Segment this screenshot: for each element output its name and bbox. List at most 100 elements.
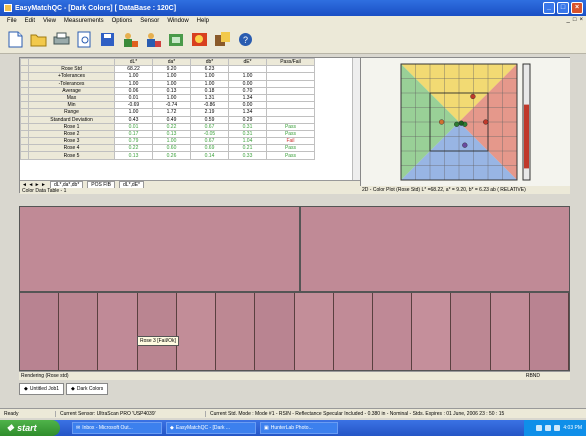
row-selector[interactable]	[20, 137, 29, 146]
statistic-row[interactable]: Average 0.06 0.13 0.18 0.70	[20, 86, 315, 95]
print-icon[interactable]	[52, 30, 71, 49]
value-cell[interactable]: 0.79	[114, 137, 153, 146]
maximize-button[interactable]: □	[557, 2, 569, 14]
standardize-icon[interactable]	[121, 30, 140, 49]
open-icon[interactable]	[29, 30, 48, 49]
pass-fail-cell[interactable]: Fail	[266, 137, 315, 146]
value-cell[interactable]: 6.23	[190, 65, 229, 74]
sample-swatch[interactable]	[137, 293, 177, 370]
row-selector[interactable]	[20, 115, 29, 124]
mdi-minimize-button[interactable]: _	[567, 17, 570, 23]
value-cell[interactable]: -0.05	[190, 129, 229, 139]
tray-network-icon[interactable]	[536, 425, 543, 431]
value-cell[interactable]: -0.86	[190, 101, 229, 110]
export-icon[interactable]	[213, 30, 232, 49]
value-cell[interactable]: 0.22	[152, 122, 191, 131]
plot-point[interactable]	[438, 119, 445, 125]
column-header-da[interactable]: da*	[152, 58, 191, 67]
value-cell[interactable]: 1.31	[190, 93, 229, 103]
help-icon[interactable]: ?	[236, 30, 255, 49]
menu-edit[interactable]: Edit	[21, 18, 39, 24]
value-cell[interactable]: 0.33	[228, 151, 267, 160]
value-cell[interactable]: 0.43	[114, 115, 153, 124]
statistic-row[interactable]: Range 1.00 1.72 2.19 1.34	[20, 108, 315, 117]
clock[interactable]: 4:03 PM	[563, 425, 582, 431]
menu-view[interactable]: View	[39, 18, 60, 24]
read-icon[interactable]	[167, 30, 186, 49]
save-icon[interactable]	[98, 30, 117, 49]
statistic-row[interactable]: Standard Deviation 0.43 0.49 0.59 0.29	[20, 115, 315, 124]
task-photo[interactable]: ▣ HunterLab Photo...	[260, 422, 338, 434]
pass-fail-cell[interactable]: Pass	[266, 122, 315, 131]
sample-row[interactable]: Rose 2 0.17 0.13 -0.05 0.31 Pass	[20, 129, 315, 139]
value-cell[interactable]: 0.70	[228, 86, 267, 95]
row-selector[interactable]	[20, 122, 29, 131]
value-cell[interactable]: 1.34	[228, 93, 267, 103]
value-cell[interactable]: 68.22	[114, 65, 153, 74]
sample-row[interactable]: Rose 4 0.22 0.60 0.69 0.21 Pass	[20, 144, 315, 153]
value-cell[interactable]: 1.00	[114, 108, 153, 117]
value-cell[interactable]: 0.13	[114, 151, 153, 160]
row-selector[interactable]	[20, 151, 29, 160]
value-cell[interactable]: 1.00	[190, 72, 229, 81]
value-cell[interactable]: 1.00	[152, 79, 191, 88]
plot-point[interactable]	[462, 142, 468, 148]
sample-row[interactable]: Rose 5 0.13 0.26 0.14 0.33 Pass	[20, 151, 315, 160]
sample-swatch[interactable]	[333, 293, 373, 370]
pass-fail-cell[interactable]	[266, 86, 315, 95]
column-header-dl[interactable]: dL*	[114, 58, 153, 67]
value-cell[interactable]: 2.19	[190, 108, 229, 117]
value-cell[interactable]: 1.00	[190, 79, 229, 88]
value-cell[interactable]	[228, 65, 267, 74]
plot-point[interactable]	[483, 119, 489, 125]
pass-fail-cell[interactable]	[266, 108, 315, 117]
sample-swatch[interactable]	[294, 293, 334, 370]
menu-window[interactable]: Window	[163, 18, 192, 24]
tray-security-icon[interactable]	[554, 425, 561, 431]
measure-icon[interactable]	[144, 30, 163, 49]
value-cell[interactable]: 0.21	[228, 144, 267, 153]
value-cell[interactable]: 0.59	[190, 115, 229, 124]
plot-point[interactable]	[454, 121, 460, 127]
sample-row[interactable]: Rose 1 0.01 0.22 0.67 0.31 Pass	[20, 122, 315, 131]
new-icon[interactable]	[6, 30, 25, 49]
value-cell[interactable]: 0.31	[228, 122, 267, 131]
value-cell[interactable]: 0.29	[228, 115, 267, 124]
statistic-row[interactable]: Min -0.69 -0.74 -0.86 0.00	[20, 101, 315, 110]
pass-fail-cell[interactable]	[266, 115, 315, 124]
value-cell[interactable]: 0.14	[190, 151, 229, 160]
value-cell[interactable]: 0.67	[190, 137, 229, 146]
plot-point[interactable]	[470, 93, 476, 100]
menu-file[interactable]: File	[3, 18, 21, 24]
doc-tab-untitled-job[interactable]: ◆ Untitled Job1	[19, 383, 65, 395]
sample-swatch[interactable]	[59, 293, 99, 370]
menu-sensor[interactable]: Sensor	[136, 18, 163, 24]
sample-row[interactable]: Rose 3 0.79 1.00 0.67 1.04 Fail	[20, 137, 315, 146]
sample-swatch[interactable]	[176, 293, 217, 370]
value-cell[interactable]: 0.26	[152, 151, 191, 160]
value-cell[interactable]: 9.20	[152, 65, 191, 74]
row-selector[interactable]	[20, 93, 29, 103]
pass-fail-cell[interactable]: Pass	[266, 151, 315, 160]
value-cell[interactable]: 1.00	[228, 72, 267, 81]
statistic-row[interactable]: Rose Std 68.22 9.20 6.23	[20, 65, 315, 74]
value-cell[interactable]: 0.17	[114, 129, 153, 139]
column-header-db[interactable]: db*	[190, 58, 229, 67]
mdi-close-button[interactable]: ×	[579, 17, 583, 23]
sample-swatch[interactable]	[412, 293, 452, 370]
pass-fail-cell[interactable]	[266, 101, 315, 110]
value-cell[interactable]: 1.00	[114, 79, 153, 88]
doc-tab-dark-colors[interactable]: ◆ Dark Colors	[66, 383, 109, 395]
pass-fail-cell[interactable]	[266, 65, 315, 74]
value-cell[interactable]: 0.13	[152, 129, 191, 139]
value-cell[interactable]: 0.31	[228, 129, 267, 139]
value-cell[interactable]: -0.69	[114, 101, 153, 110]
row-selector[interactable]	[20, 65, 29, 74]
value-cell[interactable]: -0.74	[152, 101, 191, 110]
database-icon[interactable]	[190, 30, 209, 49]
pass-fail-cell[interactable]: Pass	[266, 129, 315, 139]
sample-swatch[interactable]	[216, 293, 256, 370]
row-selector[interactable]	[20, 144, 29, 153]
value-cell[interactable]: 0.18	[190, 86, 229, 95]
value-cell[interactable]: 0.49	[152, 115, 191, 124]
